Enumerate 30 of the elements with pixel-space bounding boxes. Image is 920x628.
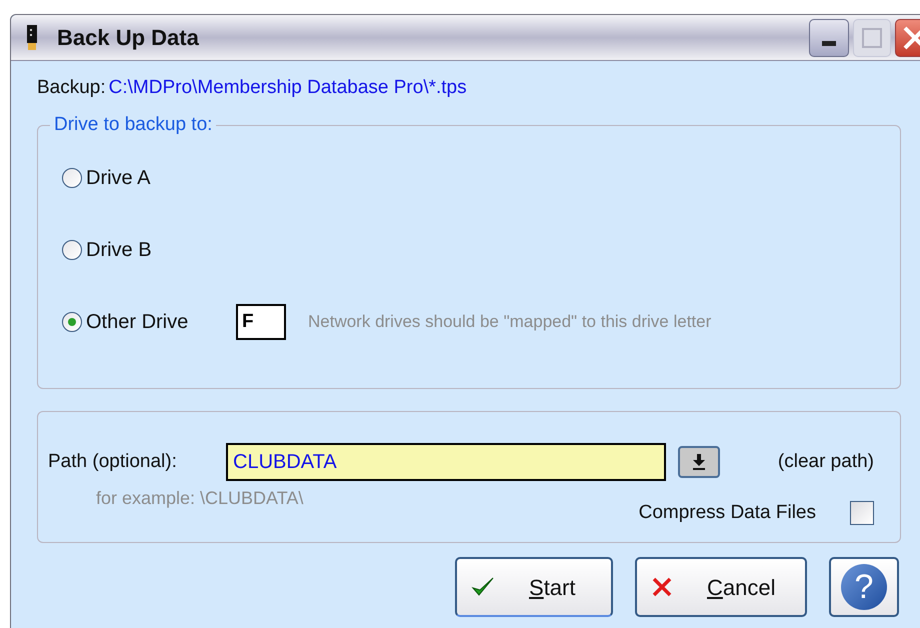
cancel-button[interactable]: Cancel (635, 557, 807, 617)
window-title: Back Up Data (57, 24, 199, 52)
minimize-icon (822, 40, 836, 46)
maximize-icon (862, 28, 882, 48)
path-label: Path (optional): (48, 450, 178, 474)
drive-note: Network drives should be "mapped" to this drive letter (308, 311, 712, 334)
group-legend: Drive to backup to: (50, 114, 216, 136)
help-button[interactable]: ? (829, 557, 899, 617)
usb-drive-icon (25, 24, 39, 50)
radio-button[interactable] (62, 168, 82, 188)
clear-path-link[interactable]: (clear path) (778, 448, 874, 476)
compress-checkbox[interactable] (850, 501, 874, 526)
radio-button[interactable] (62, 312, 82, 332)
browse-button[interactable] (678, 446, 720, 478)
start-button[interactable]: Start (455, 557, 613, 617)
path-example: for example: \CLUBDATA\ (96, 487, 304, 510)
radio-button[interactable] (62, 240, 82, 260)
download-arrow-icon (692, 454, 706, 470)
path-field[interactable]: CLUBDATA (226, 443, 666, 481)
close-icon (651, 577, 673, 597)
compress-label: Compress Data Files (638, 501, 816, 525)
minimize-button[interactable] (809, 18, 849, 56)
radio-label: Other Drive (86, 310, 190, 335)
radio-label: Drive A (86, 166, 152, 191)
backup-label: Backup: (37, 77, 106, 99)
drive-letter-field[interactable]: F (236, 304, 286, 340)
help-icon: ? (841, 564, 887, 610)
checkmark-icon (471, 576, 495, 598)
backup-path: C:\MDPro\Membership Database Pro\*.tps (108, 77, 467, 99)
radio-label: Drive B (86, 238, 153, 263)
